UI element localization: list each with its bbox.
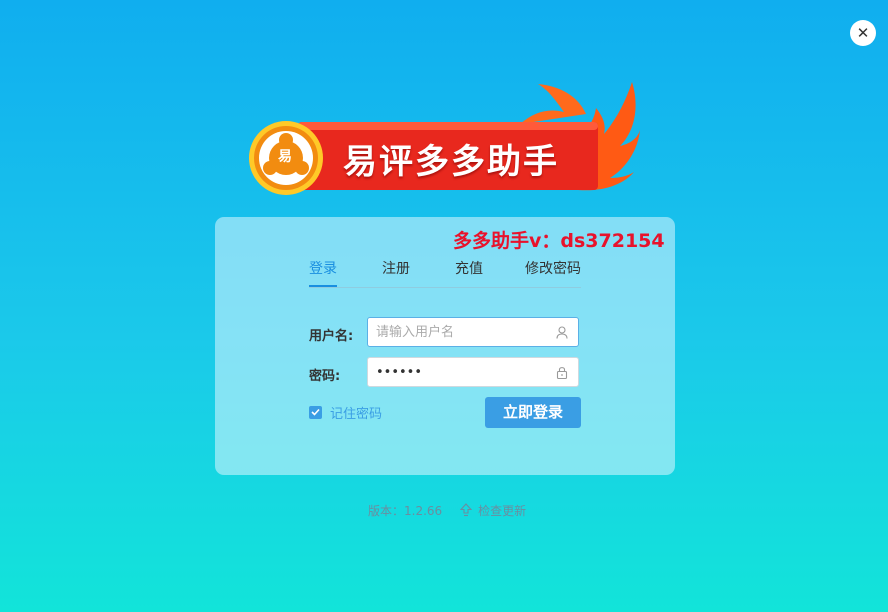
logo-badge-petal-right bbox=[295, 161, 309, 175]
tab-login[interactable]: 登录 bbox=[309, 259, 337, 287]
username-label: 用户名: bbox=[309, 329, 354, 344]
upload-arrow-icon bbox=[460, 503, 473, 517]
checkbox-checked-icon[interactable] bbox=[309, 405, 322, 419]
logo-badge-petal-top bbox=[279, 133, 293, 147]
password-field[interactable] bbox=[367, 357, 579, 387]
remember-password-label[interactable]: 记住密码 bbox=[330, 403, 382, 422]
remember-password-checkbox[interactable]: 记住密码 bbox=[309, 403, 382, 422]
footer: 版本：1.2.66 检查更新 bbox=[368, 502, 526, 518]
lock-icon bbox=[556, 367, 568, 379]
flame-tips bbox=[520, 84, 586, 124]
login-panel: 多多助手v：ds372154 登录 注册 充值 修改密码 用户名: 密码: bbox=[215, 217, 675, 475]
password-input[interactable] bbox=[376, 358, 556, 386]
tab-recharge[interactable]: 充值 bbox=[455, 259, 483, 286]
password-label: 密码: bbox=[309, 369, 341, 384]
check-update-label[interactable]: 检查更新 bbox=[478, 502, 526, 519]
check-update-link[interactable]: 检查更新 bbox=[460, 502, 526, 519]
banner-top-stripe bbox=[298, 122, 598, 130]
username-input[interactable] bbox=[376, 318, 556, 346]
watermark-text: 多多助手v：ds372154 bbox=[453, 230, 665, 252]
username-field[interactable] bbox=[367, 317, 579, 347]
user-icon bbox=[556, 326, 568, 339]
tab-bar: 登录 注册 充值 修改密码 bbox=[309, 259, 581, 288]
logo-badge-text: 易 bbox=[278, 149, 292, 165]
login-button[interactable]: 立即登录 bbox=[485, 397, 581, 428]
app-title: 易评多多助手 bbox=[343, 142, 559, 182]
version-text: 版本：1.2.66 bbox=[368, 503, 443, 518]
app-logo: 易 易评多多助手 bbox=[248, 78, 640, 200]
close-icon: ✕ bbox=[856, 23, 870, 42]
tab-register[interactable]: 注册 bbox=[382, 259, 410, 286]
close-button[interactable]: ✕ bbox=[850, 20, 876, 46]
tab-change-password[interactable]: 修改密码 bbox=[525, 259, 581, 286]
